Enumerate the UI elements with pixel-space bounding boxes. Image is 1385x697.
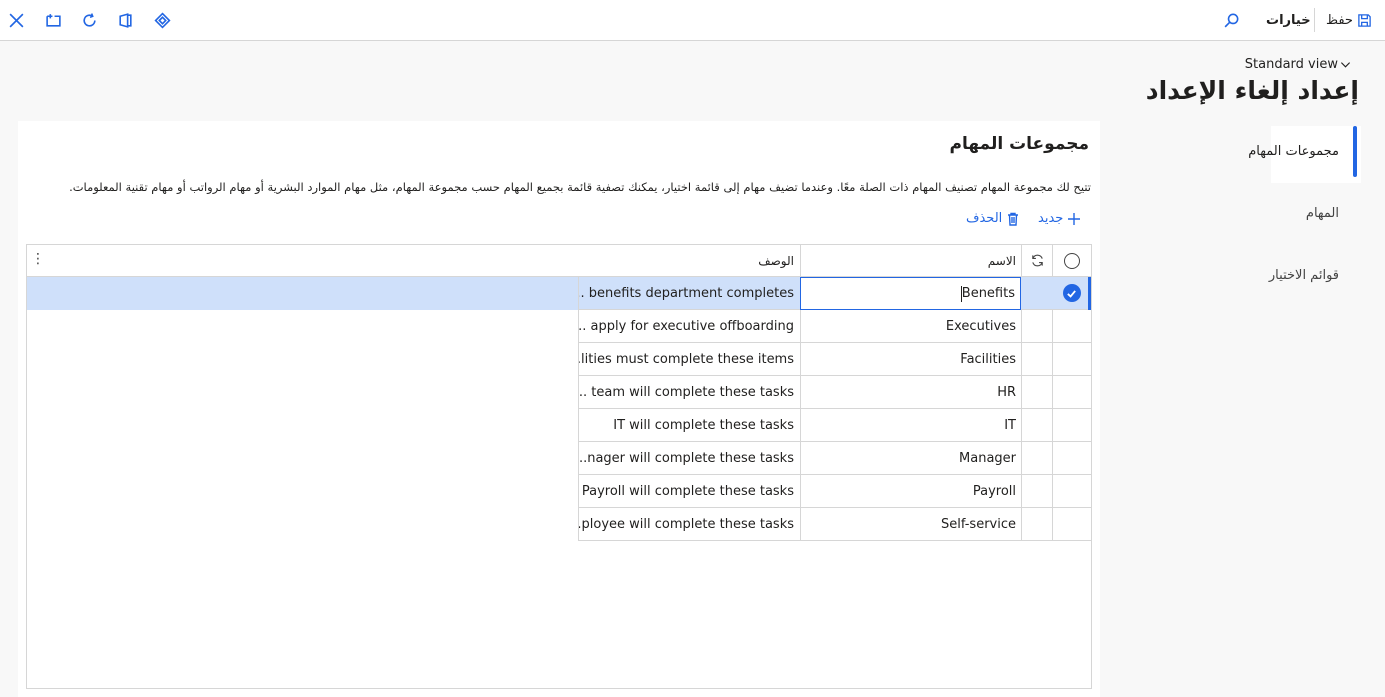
description-cell: ... apply for executive offboarding [578, 310, 800, 343]
close-icon[interactable] [6, 10, 26, 30]
office-icon[interactable] [115, 10, 135, 30]
power-apps-icon[interactable] [152, 10, 172, 30]
section-title: مجموعات المهام [949, 134, 1089, 154]
column-header-name[interactable]: الاسم [800, 245, 1021, 276]
more-options-icon[interactable]: ⋮ [31, 251, 45, 267]
row-refresh-cell [1021, 343, 1052, 376]
name-cell[interactable]: HR [800, 376, 1021, 409]
row-select-checkbox[interactable] [1052, 343, 1091, 376]
row-select-checkbox[interactable] [1052, 409, 1091, 442]
radio-icon [1064, 252, 1080, 269]
row-select-checkbox[interactable] [1052, 277, 1091, 310]
name-cell[interactable]: Self-service [800, 508, 1021, 541]
view-name: Standard view [1244, 57, 1338, 72]
chevron-down-icon [1340, 59, 1351, 70]
description-cell: ... benefits department completes [578, 277, 800, 310]
top-toolbar: خيارات حفظ [0, 0, 1385, 41]
view-selector[interactable]: Standard view [1245, 57, 1351, 72]
description-cell: ...ployee will complete these tasks [578, 508, 800, 541]
description-cell: ... team will complete these tasks [578, 376, 800, 409]
options-button[interactable]: خيارات [1266, 0, 1311, 40]
selected-row-indicator [1088, 277, 1091, 310]
table-row[interactable]: ...lities must complete these items Faci… [27, 343, 1091, 376]
options-label: خيارات [1266, 12, 1311, 28]
row-select-checkbox[interactable] [1052, 442, 1091, 475]
checkmark-icon [1062, 284, 1081, 302]
nav-item-tasks[interactable]: المهام [1306, 206, 1339, 221]
description-cell: Payroll will complete these tasks [578, 475, 800, 508]
name-cell[interactable]: Payroll [800, 475, 1021, 508]
name-value: Benefits [961, 286, 1015, 301]
row-refresh-cell [1021, 442, 1052, 475]
row-select-checkbox[interactable] [1052, 310, 1091, 343]
column-header-label: الاسم [987, 253, 1016, 268]
row-select-checkbox[interactable] [1052, 376, 1091, 409]
nav-item-checklists[interactable]: قوائم الاختيار [1269, 268, 1339, 283]
nav-item-label: المهام [1305, 206, 1339, 221]
task-groups-grid: ⋮ الوصف الاسم ... benefits department co… [26, 244, 1092, 689]
description-cell: IT will complete these tasks [578, 409, 800, 442]
row-refresh-cell [1021, 376, 1052, 409]
grid-header-row: ⋮ الوصف الاسم [27, 245, 1091, 277]
save-icon [1357, 13, 1372, 28]
page-title: إعداد إلغاء الإعداد [1145, 76, 1359, 105]
name-cell[interactable]: Executives [800, 310, 1021, 343]
save-label: حفظ [1326, 12, 1353, 28]
nav-item-label: مجموعات المهام [1248, 144, 1339, 159]
name-cell[interactable]: Facilities [800, 343, 1021, 376]
refresh-icon[interactable] [79, 10, 99, 30]
refresh-icon [1030, 253, 1045, 268]
column-header-label: الوصف [758, 253, 794, 268]
nav-item-task-groups[interactable]: مجموعات المهام [1248, 144, 1339, 159]
column-header-description[interactable]: الوصف [578, 245, 800, 276]
new-label: جديد [1038, 211, 1064, 226]
section-description: تتيح لك مجموعة المهام تصنيف المهام ذات ا… [69, 180, 1091, 194]
name-cell[interactable]: Manager [800, 442, 1021, 475]
description-cell: ...lities must complete these items [578, 343, 800, 376]
table-row[interactable]: ... team will complete these tasks HR [27, 376, 1091, 409]
table-row[interactable]: ...nager will complete these tasks Manag… [27, 442, 1091, 475]
row-select-checkbox[interactable] [1052, 508, 1091, 541]
row-refresh-cell [1021, 277, 1052, 310]
search-icon[interactable] [1221, 10, 1241, 30]
open-in-new-icon[interactable] [43, 10, 63, 30]
row-refresh-cell [1021, 508, 1052, 541]
delete-icon [1006, 212, 1020, 226]
nav-active-indicator [1353, 126, 1357, 177]
new-button[interactable]: جديد [1038, 211, 1081, 226]
nav-item-label: قوائم الاختيار [1268, 268, 1339, 283]
delete-label: الحذف [966, 211, 1003, 226]
table-row[interactable]: ...ployee will complete these tasks Self… [27, 508, 1091, 541]
toolbar-divider [1314, 8, 1315, 32]
row-refresh-cell [1021, 409, 1052, 442]
table-row[interactable]: Payroll will complete these tasks Payrol… [27, 475, 1091, 508]
name-cell-input[interactable]: Benefits [800, 277, 1021, 310]
table-row[interactable]: ... benefits department completes Benefi… [27, 277, 1091, 310]
row-refresh-cell [1021, 475, 1052, 508]
table-row[interactable]: ... apply for executive offboarding Exec… [27, 310, 1091, 343]
row-select-checkbox[interactable] [1052, 475, 1091, 508]
description-cell: ...nager will complete these tasks [578, 442, 800, 475]
select-all-radio[interactable] [1052, 245, 1091, 276]
name-cell[interactable]: IT [800, 409, 1021, 442]
table-row[interactable]: IT will complete these tasks IT [27, 409, 1091, 442]
row-refresh-cell [1021, 310, 1052, 343]
save-button[interactable]: حفظ [1326, 0, 1372, 40]
add-icon [1067, 212, 1081, 226]
delete-button[interactable]: الحذف [966, 211, 1020, 226]
grid-refresh-button[interactable] [1021, 245, 1052, 276]
